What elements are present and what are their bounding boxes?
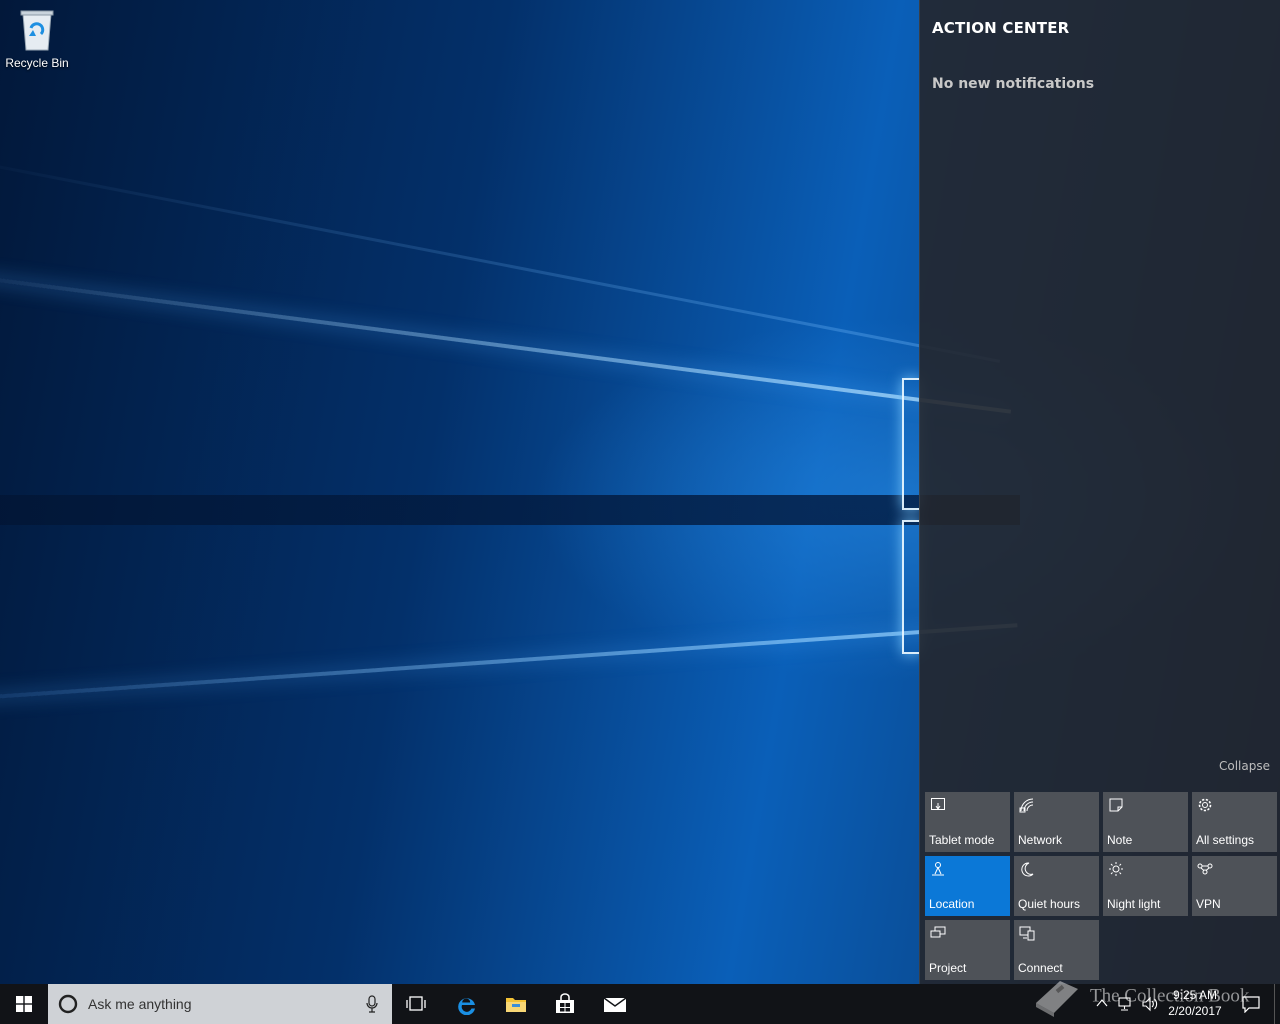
chevron-up-icon[interactable] <box>1096 996 1108 1010</box>
taskbar-app-mail[interactable] <box>590 984 638 1024</box>
taskbar-clock[interactable]: 9:25 AM 2/20/2017 <box>1160 987 1230 1019</box>
quick-action-location[interactable]: Location <box>925 856 1010 916</box>
edge-icon <box>458 998 475 1015</box>
quick-action-tablet-mode[interactable]: Tablet mode <box>925 792 1010 852</box>
quick-action-label: All settings <box>1196 833 1255 847</box>
project-icon <box>930 926 946 938</box>
vpn-icon <box>1197 863 1213 875</box>
volume-icon[interactable] <box>1141 996 1159 1012</box>
search-placeholder: Ask me anything <box>88 996 192 1012</box>
clock-time: 9:25 AM <box>1172 988 1218 1002</box>
wallpaper-light-beam <box>0 268 1012 414</box>
quick-action-quiet-hours[interactable]: Quiet hours <box>1014 856 1099 916</box>
clock-date: 2/20/2017 <box>1168 1004 1222 1018</box>
wallpaper-window-frame <box>902 520 920 654</box>
quick-action-connect[interactable]: Connect <box>1014 920 1099 980</box>
moon-icon <box>1021 862 1034 877</box>
wallpaper-light-beam <box>0 150 1001 363</box>
wallpaper-window-frame <box>902 378 920 510</box>
taskbar-app-store[interactable] <box>541 984 589 1024</box>
show-desktop-button[interactable] <box>1274 984 1280 1024</box>
collapse-link[interactable]: Collapse <box>1219 759 1270 773</box>
desktop-icon-recycle-bin[interactable]: Recycle Bin <box>4 6 70 70</box>
gear-icon <box>1198 798 1212 812</box>
connect-icon <box>1019 926 1035 941</box>
windows-logo-icon <box>16 996 32 1012</box>
network-icon <box>1019 798 1034 813</box>
recycle-bin-icon <box>20 10 54 51</box>
wallpaper-window-divider <box>0 495 1020 525</box>
tablet-mode-icon <box>931 798 945 810</box>
cortana-icon <box>58 994 78 1014</box>
quick-action-label: Night light <box>1107 897 1161 911</box>
quick-action-project[interactable]: Project <box>925 920 1010 980</box>
quick-action-night-light[interactable]: Night light <box>1103 856 1188 916</box>
desktop-icon-label: Recycle Bin <box>5 56 69 70</box>
quick-action-vpn[interactable]: VPN <box>1192 856 1277 916</box>
mail-icon <box>603 997 627 1012</box>
quick-action-network[interactable]: Network <box>1014 792 1099 852</box>
taskbar-app-file-explorer[interactable] <box>492 984 540 1024</box>
microphone-icon[interactable] <box>366 995 378 1013</box>
quick-action-note[interactable]: Note <box>1103 792 1188 852</box>
quick-action-label: Tablet mode <box>929 833 995 847</box>
store-icon <box>556 993 574 1013</box>
file-explorer-icon <box>506 998 526 1012</box>
taskbar-app-edge[interactable] <box>443 984 491 1024</box>
no-notifications-message: No new notifications <box>932 76 1095 92</box>
quick-action-label: Location <box>929 897 975 911</box>
quick-action-label: Network <box>1018 833 1063 847</box>
task-view-icon <box>406 996 426 1011</box>
quick-action-all-settings[interactable]: All settings <box>1192 792 1277 852</box>
search-box[interactable]: Ask me anything <box>48 984 392 1024</box>
quick-action-label: Note <box>1107 833 1133 847</box>
notification-icon <box>1242 996 1260 1013</box>
quick-action-label: Project <box>929 961 967 975</box>
quick-action-label: Connect <box>1018 961 1063 975</box>
network-tray-icon[interactable] <box>1117 996 1135 1012</box>
location-icon <box>932 862 944 876</box>
taskbar: Ask me anything 9:25 AM 2/20/2017 <box>0 984 1280 1024</box>
action-center-title: ACTION CENTER <box>932 19 1070 37</box>
quick-action-label: VPN <box>1196 897 1221 911</box>
start-button[interactable] <box>0 984 48 1024</box>
wallpaper-light-beam <box>0 623 1018 704</box>
note-icon <box>1109 798 1123 812</box>
task-view-button[interactable] <box>392 984 440 1024</box>
sun-icon <box>1109 862 1123 876</box>
quick-action-label: Quiet hours <box>1018 897 1081 911</box>
action-center-panel: ACTION CENTER No new notifications Colla… <box>919 0 1280 984</box>
action-center-button[interactable] <box>1232 984 1270 1024</box>
